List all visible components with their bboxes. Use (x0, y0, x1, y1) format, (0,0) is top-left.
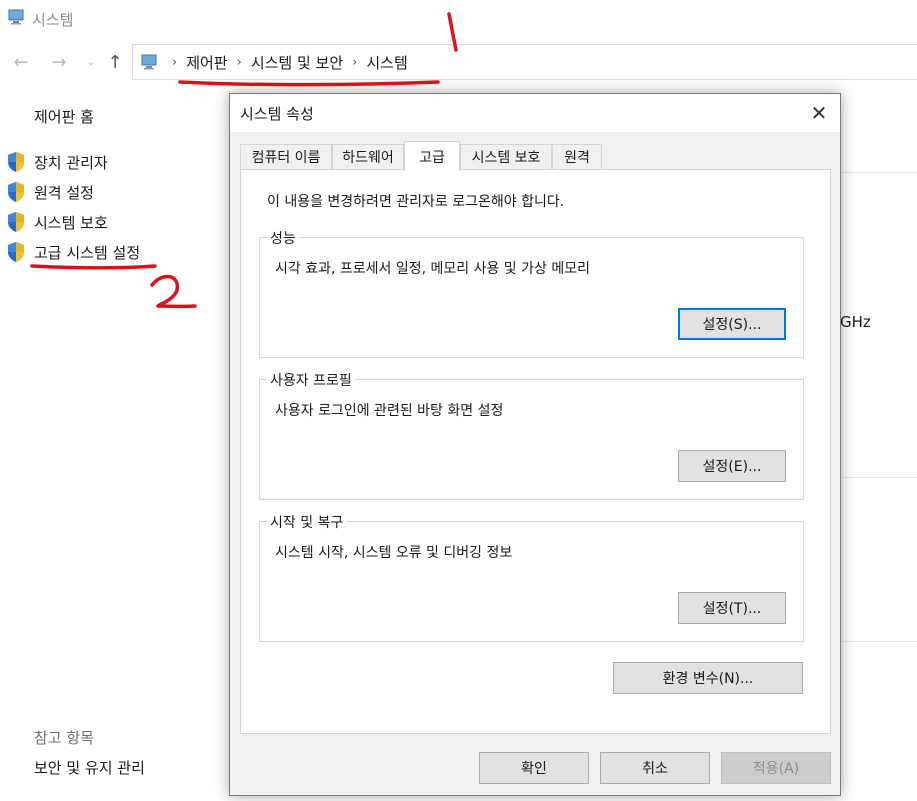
annotation-underline-1 (178, 80, 440, 87)
breadcrumb-system[interactable]: 시스템 (366, 52, 407, 73)
dialog-titlebar[interactable]: 시스템 속성 ✕ (230, 94, 840, 132)
see-also-heading: 참고 항목 (34, 729, 94, 747)
background-processor-speed: GHz (840, 313, 871, 331)
back-arrow-icon[interactable]: ← (10, 52, 32, 74)
group-description: 시스템 시작, 시스템 오류 및 디버깅 정보 (275, 545, 513, 561)
apply-button[interactable]: 적용(A) (721, 752, 831, 784)
breadcrumb-system-security[interactable]: 시스템 및 보안 (251, 52, 343, 73)
performance-settings-button[interactable]: 설정(S)... (678, 308, 786, 340)
environment-variables-button[interactable]: 환경 변수(N)... (613, 662, 803, 694)
forward-arrow-icon[interactable]: → (48, 52, 70, 74)
background-divider (842, 172, 917, 173)
sidebar-item-remote-settings[interactable]: 원격 설정 (6, 180, 94, 204)
cancel-button[interactable]: 취소 (600, 752, 710, 784)
uac-shield-icon (8, 212, 24, 232)
group-label: 시작 및 복구 (267, 512, 347, 532)
sidebar-item-label: 고급 시스템 설정 (34, 243, 141, 262)
breadcrumb-separator: › (352, 54, 358, 70)
dialog-title: 시스템 속성 (240, 105, 314, 123)
sidebar-item-system-protection[interactable]: 시스템 보호 (6, 210, 108, 234)
sidebar-item-label: 원격 설정 (34, 183, 94, 202)
uac-shield-icon (8, 182, 24, 202)
window-title: 시스템 (8, 8, 73, 30)
admin-notice: 이 내용을 변경하려면 관리자로 로그온해야 합니다. (267, 194, 565, 210)
group-description: 사용자 로그인에 관련된 바탕 화면 설정 (275, 403, 504, 419)
annotation-underline-2 (30, 264, 157, 270)
tab-hardware[interactable]: 하드웨어 (332, 144, 404, 169)
tab-system-protection[interactable]: 시스템 보호 (460, 144, 552, 169)
annotation-number-2 (150, 274, 197, 309)
tab-advanced[interactable]: 고급 (404, 141, 460, 171)
close-icon[interactable]: ✕ (802, 99, 836, 127)
advanced-tab-panel: 이 내용을 변경하려면 관리자로 로그온해야 합니다. 성능 시각 효과, 프로… (240, 169, 831, 734)
background-divider (842, 477, 917, 478)
tab-remote[interactable]: 원격 (552, 144, 602, 169)
group-label: 사용자 프로필 (267, 370, 355, 390)
computer-icon (141, 54, 159, 70)
background-divider (842, 641, 917, 642)
window-title-text: 시스템 (32, 10, 74, 29)
breadcrumb-control-panel[interactable]: 제어판 (186, 52, 227, 73)
uac-shield-icon (8, 242, 24, 262)
system-properties-dialog: 시스템 속성 ✕ 컴퓨터 이름 하드웨어 고급 시스템 보호 원격 이 내용을 … (229, 93, 841, 796)
startup-recovery-group: 시작 및 복구 시스템 시작, 시스템 오류 및 디버깅 정보 설정(T)... (259, 512, 804, 642)
group-label: 성능 (267, 228, 299, 248)
address-bar[interactable]: › 제어판 › 시스템 및 보안 › 시스템 (132, 44, 917, 80)
recent-dropdown-icon[interactable]: ⌄ (84, 52, 98, 74)
sidebar-item-advanced-system-settings[interactable]: 고급 시스템 설정 (6, 240, 140, 264)
sidebar-control-panel-home[interactable]: 제어판 홈 (34, 106, 94, 127)
breadcrumb-separator: › (172, 54, 178, 70)
ok-button[interactable]: 확인 (479, 752, 589, 784)
user-profiles-settings-button[interactable]: 설정(E)... (678, 450, 786, 482)
sidebar-item-label: 시스템 보호 (34, 213, 108, 232)
tab-computer-name[interactable]: 컴퓨터 이름 (240, 144, 332, 169)
user-profiles-group: 사용자 프로필 사용자 로그인에 관련된 바탕 화면 설정 설정(E)... (259, 370, 804, 500)
sidebar-item-label: 장치 관리자 (34, 153, 108, 172)
startup-recovery-settings-button[interactable]: 설정(T)... (678, 592, 786, 624)
performance-group: 성능 시각 효과, 프로세서 일정, 메모리 사용 및 가상 메모리 설정(S)… (259, 228, 804, 358)
sidebar-item-device-manager[interactable]: 장치 관리자 (6, 150, 108, 174)
group-description: 시각 효과, 프로세서 일정, 메모리 사용 및 가상 메모리 (275, 261, 590, 277)
up-arrow-icon[interactable]: ↑ (104, 52, 126, 74)
uac-shield-icon (8, 152, 24, 172)
breadcrumb-separator: › (236, 54, 242, 70)
security-maintenance-link[interactable]: 보안 및 유지 관리 (34, 757, 145, 778)
computer-icon (8, 9, 26, 29)
